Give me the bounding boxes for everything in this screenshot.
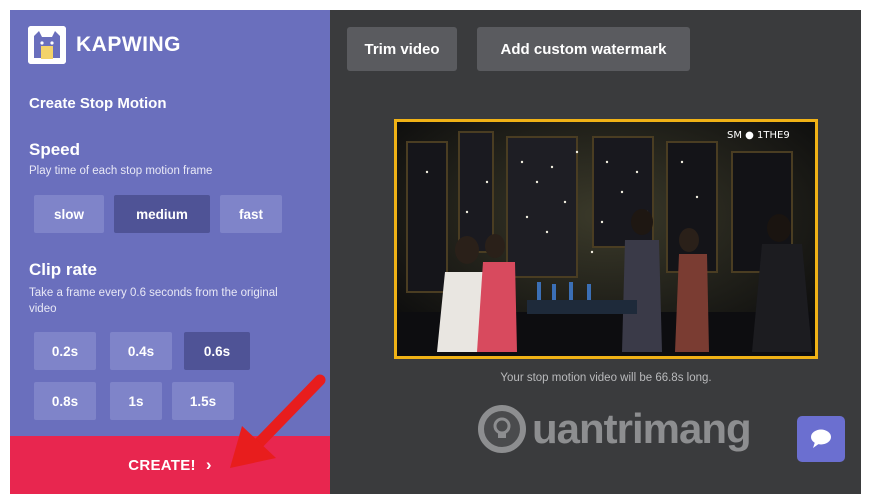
speed-heading: Speed (29, 140, 81, 159)
watermark-text: uantrimang (532, 405, 752, 452)
clip-rate-option-0-6s[interactable]: 0.6s (184, 332, 250, 370)
quantrimang-watermark: uantrimang (478, 405, 752, 453)
chat-bubble-icon[interactable] (797, 416, 845, 462)
speed-option-fast[interactable]: fast (220, 195, 282, 233)
app-frame: KAPWING Create Stop Motion Speed Play ti… (10, 10, 861, 494)
speed-option-medium[interactable]: medium (114, 195, 210, 233)
video-frame-image: SM ● 1THE9 (397, 122, 815, 356)
clip-rate-option-0-2s[interactable]: 0.2s (34, 332, 96, 370)
trim-video-button[interactable]: Trim video (347, 27, 457, 71)
brand[interactable]: KAPWING (28, 24, 181, 66)
clip-rate-option-0-8s[interactable]: 0.8s (34, 382, 96, 420)
lightbulb-icon (478, 405, 526, 453)
clip-rate-option-1s[interactable]: 1s (110, 382, 162, 420)
video-preview[interactable]: SM ● 1THE9 (394, 119, 818, 359)
brand-name: KAPWING (76, 33, 181, 56)
kapwing-cat-logo-icon (28, 26, 66, 64)
clip-rate-description: Take a frame every 0.6 seconds from the … (29, 287, 278, 315)
add-watermark-button[interactable]: Add custom watermark (477, 27, 690, 71)
speed-description: Play time of each stop motion frame (29, 165, 213, 177)
sidebar: KAPWING Create Stop Motion Speed Play ti… (10, 10, 330, 494)
clip-rate-heading: Clip rate (29, 260, 98, 279)
speed-option-slow[interactable]: slow (34, 195, 104, 233)
panel-title: Create Stop Motion (29, 95, 167, 112)
clip-rate-option-0-4s[interactable]: 0.4s (110, 332, 172, 370)
chevron-right-icon: › (205, 455, 212, 474)
red-arrow-icon (230, 374, 326, 468)
video-length-message: Your stop motion video will be 66.8s lon… (500, 372, 712, 384)
video-corner-text: SM ● 1THE9 (727, 130, 790, 141)
create-label: CREATE! (128, 456, 196, 474)
